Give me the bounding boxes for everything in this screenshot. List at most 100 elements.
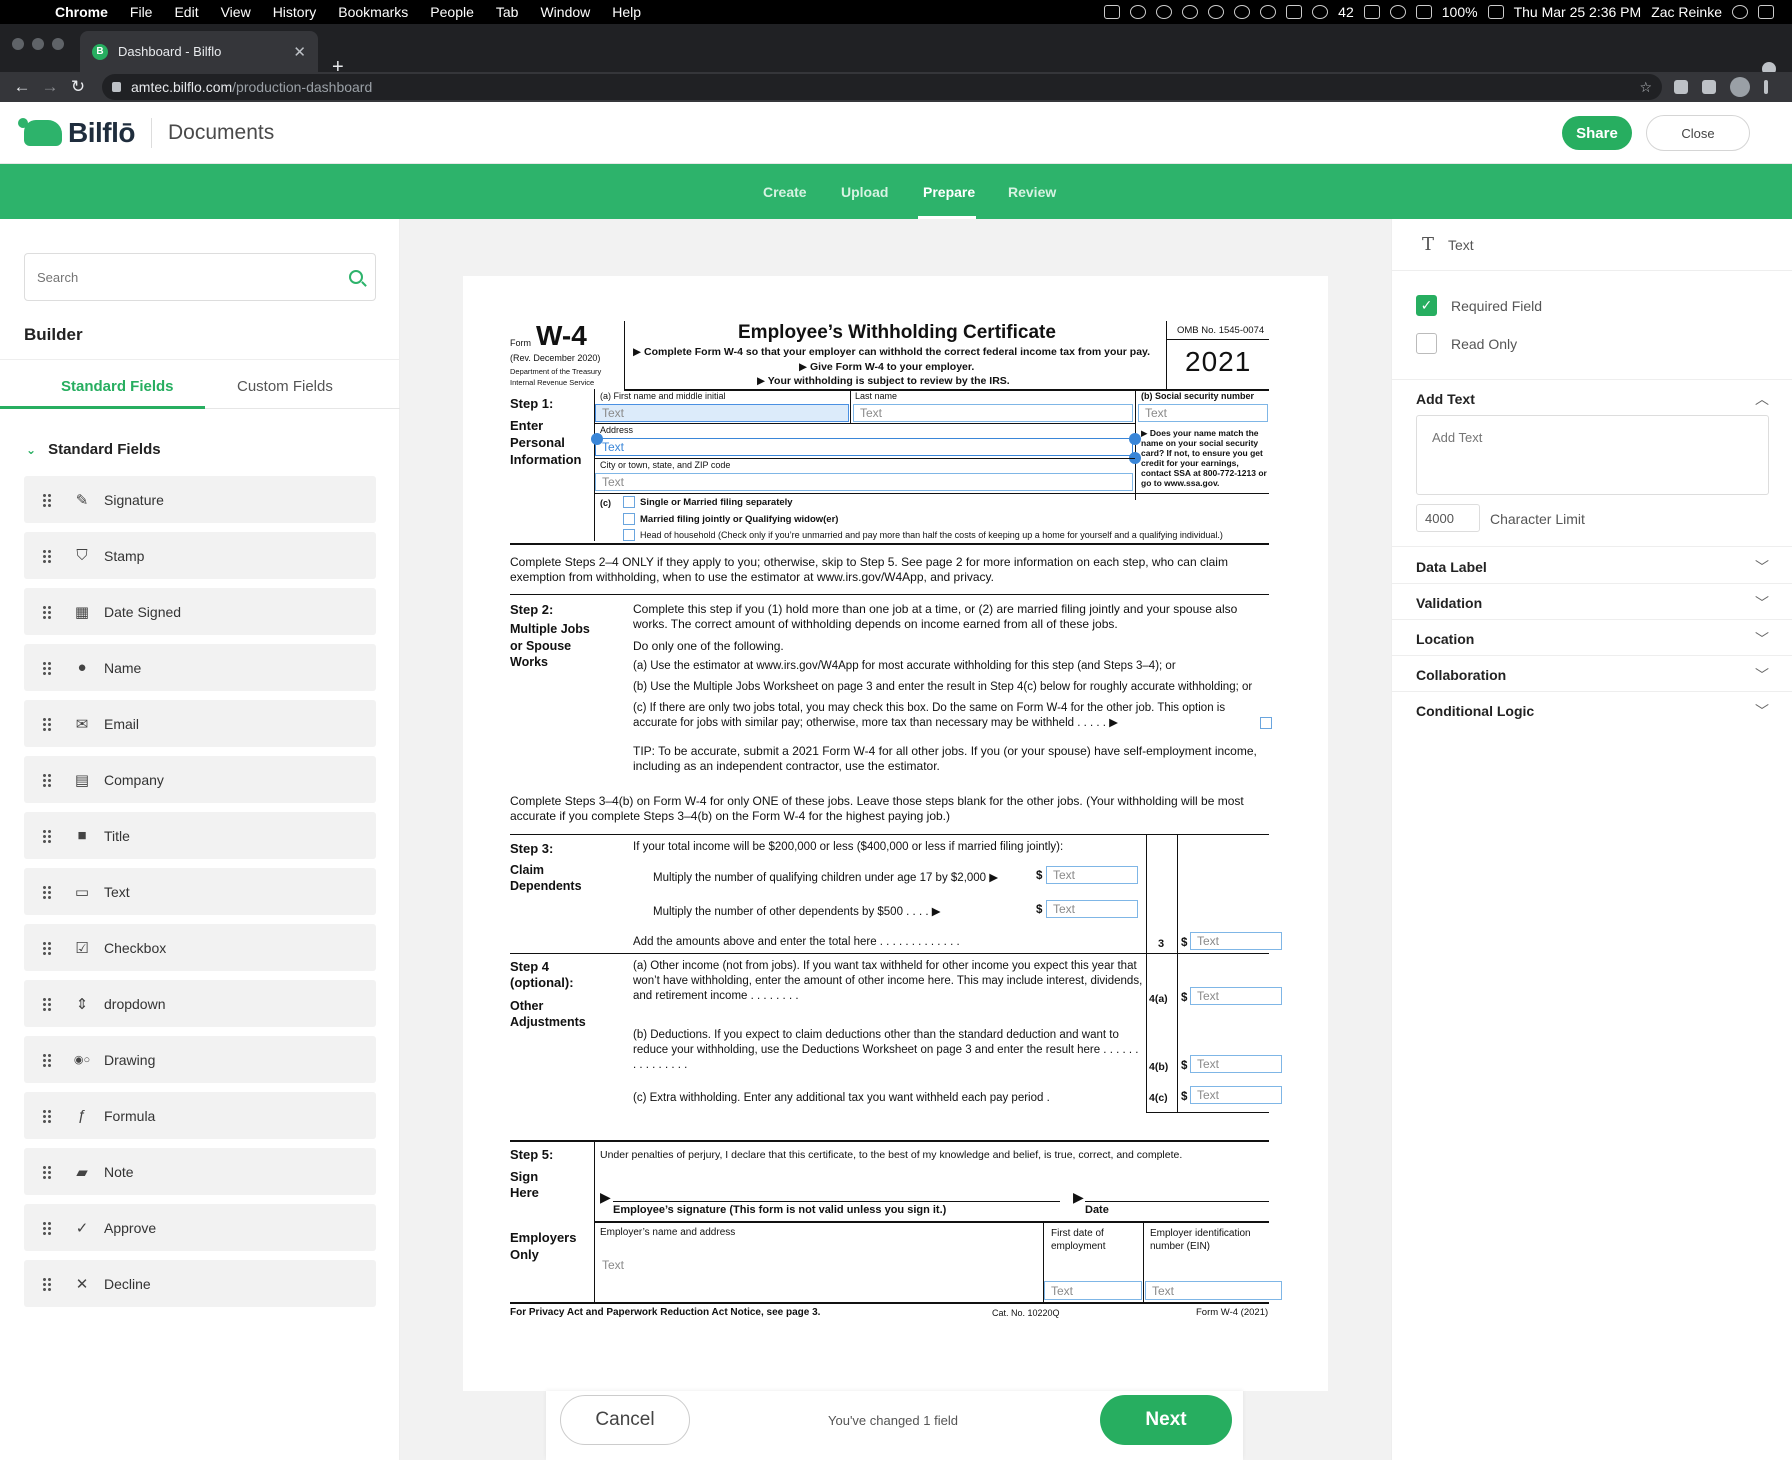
- city-field[interactable]: Text: [595, 473, 1133, 491]
- field-item-drawing[interactable]: ◉○ Drawing: [24, 1036, 376, 1083]
- drag-handle-icon[interactable]: [42, 940, 52, 955]
- character-limit-input[interactable]: [1416, 504, 1480, 532]
- spotlight-search-icon[interactable]: [1732, 5, 1748, 19]
- status-glasses-icon[interactable]: [1156, 5, 1173, 19]
- address-bar[interactable]: amtec.bilflo.com /production-dashboard ☆: [102, 74, 1662, 100]
- read-only-option[interactable]: Read Only: [1416, 333, 1517, 354]
- reload-icon[interactable]: ↻: [64, 77, 92, 97]
- field-item-date-signed[interactable]: ▦ Date Signed: [24, 588, 376, 635]
- field-item-dropdown[interactable]: ⇕ dropdown: [24, 980, 376, 1027]
- close-button[interactable]: Close: [1646, 115, 1750, 151]
- menu-file[interactable]: File: [119, 4, 164, 20]
- tab-custom-fields[interactable]: Custom Fields: [237, 378, 333, 395]
- next-button[interactable]: Next: [1100, 1395, 1232, 1445]
- profile-avatar[interactable]: [1730, 77, 1750, 97]
- media-controls-icon[interactable]: [1702, 80, 1716, 94]
- field-item-signature[interactable]: ✎ Signature: [24, 476, 376, 523]
- back-icon[interactable]: ←: [8, 77, 36, 97]
- window-zoom-button[interactable]: [52, 38, 64, 50]
- add-text-section-toggle[interactable]: Add Text ︿: [1416, 389, 1769, 409]
- required-field-option[interactable]: ✓ Required Field: [1416, 295, 1542, 316]
- field-item-decline[interactable]: ✕ Decline: [24, 1260, 376, 1307]
- step-review[interactable]: Review: [1008, 184, 1056, 200]
- drag-handle-icon[interactable]: [42, 1276, 52, 1291]
- menu-bookmarks[interactable]: Bookmarks: [327, 4, 419, 20]
- status-screen-icon[interactable]: [1415, 5, 1432, 19]
- drag-handle-icon[interactable]: [42, 828, 52, 843]
- address-field[interactable]: Text: [595, 438, 1133, 456]
- menu-window[interactable]: Window: [529, 4, 601, 20]
- extra-withholding-field[interactable]: Text: [1190, 1086, 1282, 1104]
- step-upload[interactable]: Upload: [841, 184, 888, 200]
- qualifying-children-field[interactable]: Text: [1046, 866, 1138, 884]
- notification-center-icon[interactable]: [1758, 5, 1774, 19]
- search-icon[interactable]: [349, 270, 363, 284]
- total-dependents-field[interactable]: Text: [1190, 932, 1282, 950]
- status-display-icon[interactable]: [1363, 5, 1380, 19]
- other-income-field[interactable]: Text: [1190, 987, 1282, 1005]
- drag-handle-icon[interactable]: [42, 1220, 52, 1235]
- share-button[interactable]: Share: [1562, 116, 1632, 150]
- browser-tab-active[interactable]: B Dashboard - Bilflo ✕: [80, 31, 318, 72]
- drag-handle-icon[interactable]: [42, 772, 52, 787]
- employer-name-field[interactable]: Text: [595, 1241, 1037, 1289]
- resize-handle-right-icon[interactable]: [1129, 433, 1141, 445]
- bookmark-star-icon[interactable]: ☆: [1639, 79, 1652, 96]
- user-name[interactable]: Zac Reinke: [1651, 4, 1722, 20]
- forward-icon[interactable]: →: [36, 77, 64, 97]
- menu-help[interactable]: Help: [601, 4, 652, 20]
- two-jobs-checkbox[interactable]: [1260, 717, 1272, 729]
- first-name-field[interactable]: Text: [595, 404, 849, 422]
- field-item-formula[interactable]: ƒ Formula: [24, 1092, 376, 1139]
- status-brightness-icon[interactable]: [1260, 5, 1277, 19]
- deductions-field[interactable]: Text: [1190, 1055, 1282, 1073]
- drag-handle-icon[interactable]: [42, 660, 52, 675]
- drag-handle-icon[interactable]: [42, 548, 52, 563]
- window-close-button[interactable]: [12, 38, 24, 50]
- extensions-icon[interactable]: [1674, 80, 1688, 94]
- field-item-checkbox[interactable]: ☑ Checkbox: [24, 924, 376, 971]
- field-item-name[interactable]: ● Name: [24, 644, 376, 691]
- single-checkbox[interactable]: [623, 496, 635, 508]
- cancel-button[interactable]: Cancel: [560, 1395, 690, 1445]
- other-dependents-field[interactable]: Text: [1046, 900, 1138, 918]
- bilflo-logo[interactable]: Bilflō: [18, 117, 136, 149]
- last-name-field[interactable]: Text: [853, 404, 1133, 422]
- wifi-icon[interactable]: [1389, 5, 1406, 19]
- drag-handle-icon[interactable]: [42, 996, 52, 1011]
- menu-edit[interactable]: Edit: [163, 4, 209, 20]
- menu-tab[interactable]: Tab: [485, 4, 530, 20]
- step-create[interactable]: Create: [763, 184, 807, 200]
- status-calendar-icon[interactable]: [1286, 5, 1303, 19]
- field-item-company[interactable]: ▤ Company: [24, 756, 376, 803]
- data-label-section-toggle[interactable]: Data Label ﹀: [1416, 557, 1769, 577]
- field-item-approve[interactable]: ✓ Approve: [24, 1204, 376, 1251]
- field-item-text[interactable]: ▭ Text: [24, 868, 376, 915]
- required-checkbox[interactable]: ✓: [1416, 295, 1437, 316]
- status-power-icon[interactable]: [1234, 5, 1251, 19]
- battery-icon[interactable]: [1487, 5, 1504, 19]
- ssn-field[interactable]: Text: [1138, 404, 1268, 422]
- tab-standard-fields[interactable]: Standard Fields: [61, 378, 174, 395]
- menu-history[interactable]: History: [262, 4, 328, 20]
- conditional-logic-section-toggle[interactable]: Conditional Logic ﹀: [1416, 701, 1769, 721]
- status-app-icon[interactable]: [1104, 5, 1121, 19]
- drag-handle-icon[interactable]: [42, 1164, 52, 1179]
- field-item-note[interactable]: ▰ Note: [24, 1148, 376, 1195]
- resize-handle-left-icon[interactable]: [591, 433, 603, 445]
- menu-people[interactable]: People: [419, 4, 485, 20]
- collaboration-section-toggle[interactable]: Collaboration ﹀: [1416, 665, 1769, 685]
- head-of-household-checkbox[interactable]: [623, 529, 635, 541]
- search-input[interactable]: [37, 269, 349, 285]
- chrome-menu-icon[interactable]: [1764, 80, 1768, 94]
- clock[interactable]: Thu Mar 25 2:36 PM: [1514, 4, 1642, 20]
- drag-handle-icon[interactable]: [42, 492, 52, 507]
- field-item-title[interactable]: ■ Title: [24, 812, 376, 859]
- add-text-input[interactable]: [1416, 415, 1769, 495]
- status-cloud-icon[interactable]: [1130, 5, 1147, 19]
- drag-handle-icon[interactable]: [42, 884, 52, 899]
- standard-fields-section-toggle[interactable]: ⌄ Standard Fields: [26, 441, 161, 458]
- validation-section-toggle[interactable]: Validation ﹀: [1416, 593, 1769, 613]
- location-section-toggle[interactable]: Location ﹀: [1416, 629, 1769, 649]
- status-info-icon[interactable]: [1182, 5, 1199, 19]
